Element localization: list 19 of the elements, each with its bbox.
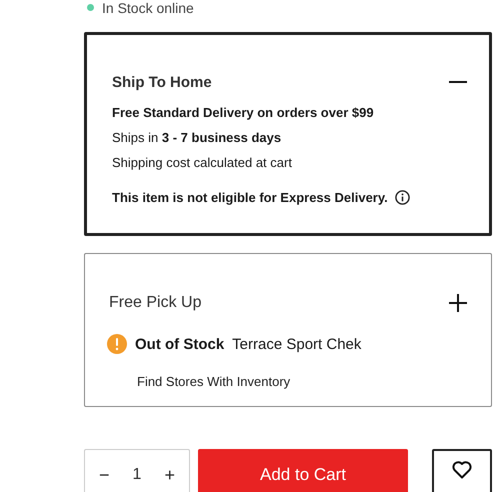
delivery-info: Shipping cost calculated at cart xyxy=(112,155,293,170)
decrease-button[interactable]: − xyxy=(95,464,114,486)
store-name: Terrace Sport Chek xyxy=(232,336,362,352)
delivery-info: Free Standard Delivery on orders over $99 xyxy=(112,105,375,120)
stock-status: Out of Stock xyxy=(135,336,224,352)
info-icon[interactable] xyxy=(394,190,410,205)
heart-icon xyxy=(452,461,472,479)
expand-icon[interactable] xyxy=(449,294,467,312)
add-to-cart-button[interactable]: Add to Cart xyxy=(198,449,408,492)
delivery-notice: This item is not eligible for Express Delivery. xyxy=(112,190,388,205)
stock-text: In Stock online xyxy=(102,0,194,16)
wishlist-button[interactable] xyxy=(432,449,492,492)
panel-title[interactable]: Free Pick Up xyxy=(109,294,202,312)
warning-icon xyxy=(107,334,127,354)
find-stores-link[interactable]: Find Stores With Inventory xyxy=(137,374,290,389)
panel-title[interactable]: Ship To Home xyxy=(112,74,212,91)
quantity-value[interactable]: 1 xyxy=(132,466,142,484)
delivery-info: Ships in 3 - 7 business days xyxy=(112,130,282,145)
increase-button[interactable]: + xyxy=(160,464,179,486)
